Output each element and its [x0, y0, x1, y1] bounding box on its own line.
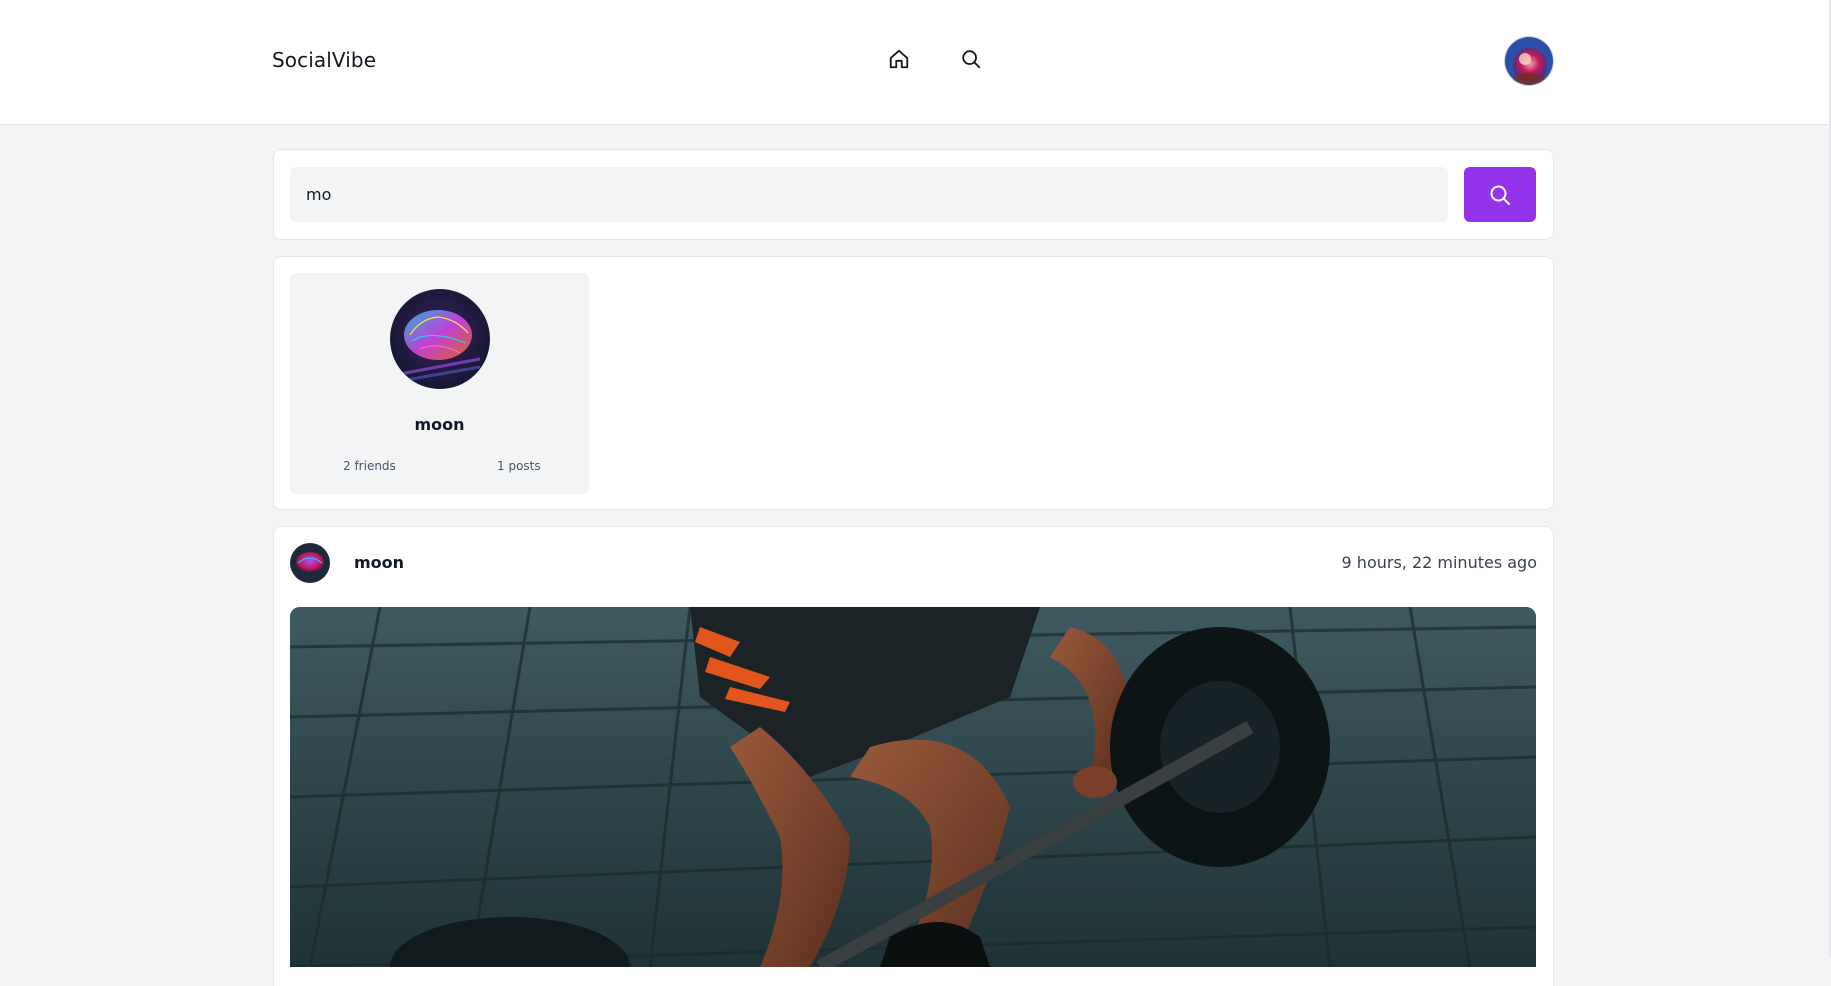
home-icon[interactable] — [886, 46, 912, 72]
top-navbar: SocialVibe — [0, 0, 1831, 125]
result-username: moon — [414, 415, 465, 434]
search-icon — [1490, 185, 1510, 205]
search-results: moon 2 friends 1 posts — [273, 256, 1554, 510]
post-card: moon 9 hours, 22 minutes ago — [273, 526, 1554, 986]
post-image[interactable] — [290, 607, 1536, 967]
post-author-avatar[interactable] — [290, 543, 330, 583]
friends-count: 2 friends — [343, 459, 396, 473]
user-avatar[interactable] — [1504, 36, 1554, 86]
post-timestamp: 9 hours, 22 minutes ago — [1341, 553, 1537, 572]
search-input[interactable] — [290, 167, 1448, 222]
post-author-name[interactable]: moon — [354, 553, 404, 572]
posts-count: 1 posts — [497, 459, 541, 473]
avatar[interactable] — [390, 289, 490, 389]
search-card — [273, 149, 1554, 240]
user-result-card[interactable]: moon 2 friends 1 posts — [290, 273, 589, 494]
search-icon[interactable] — [958, 46, 984, 72]
search-button[interactable] — [1464, 167, 1536, 222]
brand-logo[interactable]: SocialVibe — [272, 48, 376, 72]
